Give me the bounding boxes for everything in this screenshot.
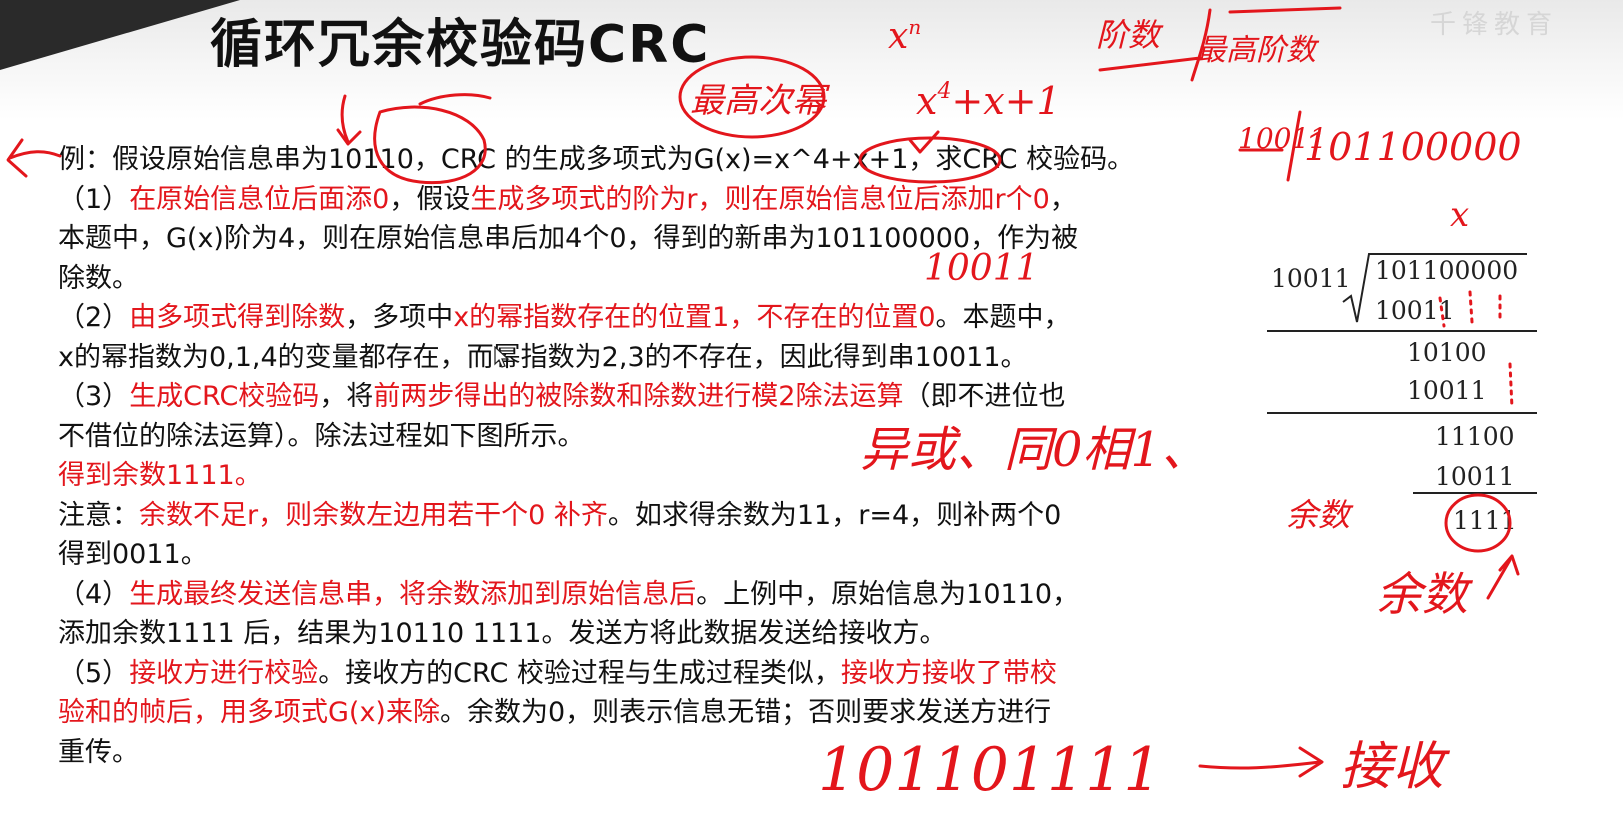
step3-highlight-b: 前两步得出的被除数和除数进行模2除法运算 xyxy=(373,381,904,412)
watermark-logo: 千锋教育 xyxy=(1430,10,1559,40)
ink-remainder-word: 余数 xyxy=(1376,567,1474,621)
step1-highlight-a: 在原始信息位后面添0 xyxy=(129,183,390,215)
division-step: 10011 xyxy=(1375,296,1455,325)
note-line1: 注意：余数不足r，则余数左边用若干个0 补齐。如求得余数为11，r=4，则补两个… xyxy=(58,496,1278,536)
step2-highlight-a: 由多项式得到除数 xyxy=(129,302,346,333)
note-highlight: 余数不足r，则余数左边用若干个0 补齐 xyxy=(139,499,608,531)
step5-highlight-a: 接收方进行校验 xyxy=(129,657,319,689)
step3-text-b: （即不进位也 xyxy=(903,381,1066,412)
ink-times: x xyxy=(1450,195,1469,235)
step3-highlight-a: 生成CRC校验码 xyxy=(129,381,320,412)
step3-line3: 得到余数1111。 xyxy=(58,456,1278,496)
step4-text-b: 添加余数1111 后，结果为10110 1111。发送方将此数据发送给接收方。 xyxy=(58,618,947,649)
step2-text-c: x的幂指数为0,1,4的变量都存在，而幂指数为2,3的不存在，因此得到串1001… xyxy=(58,341,1028,373)
step1-text-d: 除数。 xyxy=(58,262,139,294)
step1-label: （1） xyxy=(58,183,130,215)
step1-text-b: ， xyxy=(1049,183,1077,215)
step5-line1: （5）接收方进行校验。接收方的CRC 校验过程与生成过程类似，接收方接收了带校 xyxy=(58,654,1278,694)
division-rule xyxy=(1267,412,1537,414)
corner-decoration xyxy=(0,0,240,70)
step1-text-c: 本题中，G(x)阶为4，则在原始信息串后加4个0，得到的新串为101100000… xyxy=(58,223,1079,254)
division-remainder: 1111 xyxy=(1453,506,1517,535)
division-step: 11100 xyxy=(1435,422,1515,451)
step5-text-a: 。接收方的CRC 校验过程与生成过程类似， xyxy=(318,657,841,689)
step3-result: 得到余数1111。 xyxy=(58,460,262,491)
step4-text-a: 。上例中，原始信息为10110， xyxy=(696,578,1080,610)
step2-label: （2） xyxy=(58,302,130,333)
step2-line1: （2）由多项式得到除数，多项中x的幂指数存在的位置1，不存在的位置0。本题中， xyxy=(58,298,1278,338)
note-text-b: 得到0011。 xyxy=(58,539,208,570)
division-dividend: 101100000 xyxy=(1375,256,1519,285)
step3-label: （3） xyxy=(58,381,130,412)
note-text-a: 。如求得余数为11，r=4，则补两个0 xyxy=(607,499,1062,531)
division-step: 10011 xyxy=(1435,462,1515,491)
slide-body: 例：假设原始信息串为10110，CRC 的生成多项式为G(x)=x^4+x+1，… xyxy=(58,140,1278,772)
note-line2: 得到0011。 xyxy=(58,535,1278,575)
step4-label: （4） xyxy=(58,578,130,610)
step5-highlight-b: 接收方接收了带校 xyxy=(840,657,1057,689)
ink-arrow-up-icon xyxy=(1486,554,1520,600)
long-division-figure: 10011 101100000 10011 10100 10011 11100 … xyxy=(1265,240,1545,560)
step5-label: （5） xyxy=(58,657,130,689)
ink-receive: 接收 xyxy=(1340,737,1451,797)
step3-text-c: 不借位的除法运算）。除法过程如下图所示。 xyxy=(58,420,585,452)
step1-highlight-b: 生成多项式的阶为r，则在原始信息位后添加r个0 xyxy=(470,183,1050,215)
step5-line2: 验和的帧后，用多项式G(x)来除。余数为0，则表示信息无错；否则要求发送方进行 xyxy=(58,693,1278,733)
division-divisor: 10011 xyxy=(1271,264,1351,293)
step5-text-c: 重传。 xyxy=(58,736,139,768)
example-text: 例：假设原始信息串为10110，CRC 的生成多项式为G(x)=x^4+x+1，… xyxy=(58,144,1135,175)
step5-line3: 重传。 xyxy=(58,733,1278,773)
mouse-pointer-icon xyxy=(494,346,510,368)
step4-highlight: 生成最终发送信息串，将余数添加到原始信息后 xyxy=(129,578,697,610)
step2-text-a: ，多项中 xyxy=(345,302,454,333)
step2-highlight-b: x的幂指数存在的位置1，不存在的位置0 xyxy=(453,302,936,333)
step1-line2: 本题中，G(x)阶为4，则在原始信息串后加4个0，得到的新串为101100000… xyxy=(58,219,1278,259)
step5-text-b: 。余数为0，则表示信息无错；否则要求发送方进行 xyxy=(439,697,1052,728)
slide-title: 循环冗余校验码CRC xyxy=(210,15,711,75)
slide-canvas: 循环冗余校验码CRC 千锋教育 例：假设原始信息串为10110，CRC 的生成多… xyxy=(0,0,1623,825)
step3-line1: （3）生成CRC校验码，将前两步得出的被除数和除数进行模2除法运算（即不进位也 xyxy=(58,377,1278,417)
example-line: 例：假设原始信息串为10110，CRC 的生成多项式为G(x)=x^4+x+1，… xyxy=(58,140,1278,180)
division-step: 10100 xyxy=(1407,338,1487,367)
note-label: 注意： xyxy=(58,499,139,531)
step2-text-b: 。本题中， xyxy=(935,302,1071,333)
step4-line1: （4）生成最终发送信息串，将余数添加到原始信息后。上例中，原始信息为10110， xyxy=(58,575,1278,615)
step1-line3: 除数。 xyxy=(58,259,1278,299)
ink-top-dividend: 101100000 xyxy=(1304,125,1522,169)
step1-line1: （1）在原始信息位后面添0，假设生成多项式的阶为r，则在原始信息位后添加r个0， xyxy=(58,180,1278,220)
step4-line2: 添加余数1111 后，结果为10110 1111。发送方将此数据发送给接收方。 xyxy=(58,614,1278,654)
division-rule xyxy=(1267,330,1537,332)
step2-line2: x的幂指数为0,1,4的变量都存在，而幂指数为2,3的不存在，因此得到串1001… xyxy=(58,338,1278,378)
ink-arrow-left-icon xyxy=(6,138,62,178)
division-step: 10011 xyxy=(1407,376,1487,405)
step3-line2: 不借位的除法运算）。除法过程如下图所示。 xyxy=(58,417,1278,457)
division-rule xyxy=(1413,492,1537,494)
step1-text-a: ，假设 xyxy=(389,183,471,215)
step5-highlight-c: 验和的帧后，用多项式G(x)来除 xyxy=(58,697,440,728)
step3-text-a: ，将 xyxy=(319,381,374,412)
